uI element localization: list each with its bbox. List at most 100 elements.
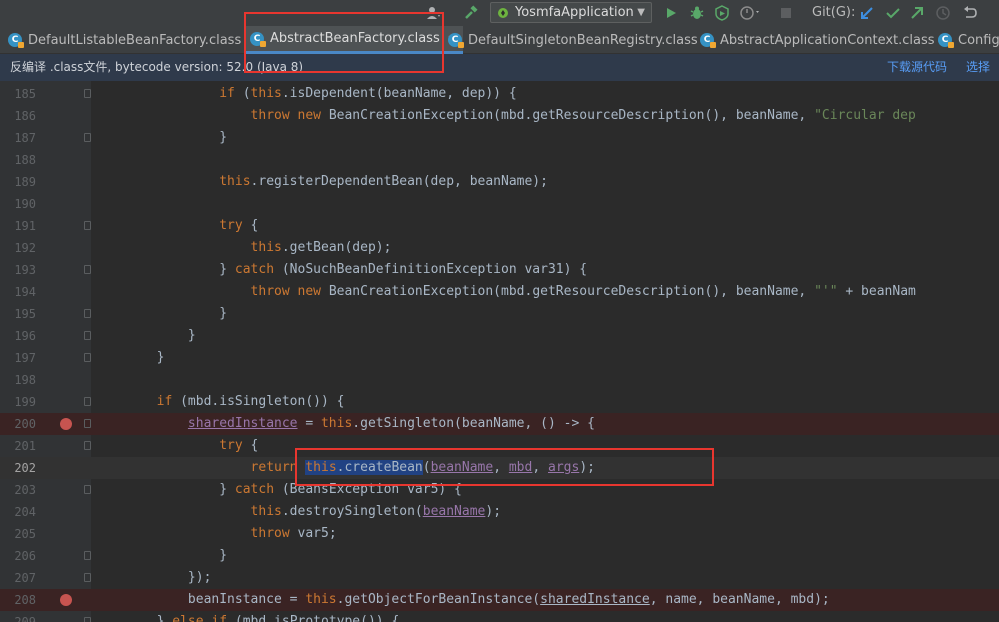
code-line[interactable]: 185 if (this.isDependent(beanName, dep))… (0, 83, 999, 105)
run-configuration-select[interactable]: YosmfaApplication ▼ (490, 2, 652, 23)
code-text[interactable]: } catch (NoSuchBeanDefinitionException v… (94, 259, 587, 281)
code-line[interactable]: 200 sharedInstance = this.getSingleton(b… (0, 413, 999, 435)
fold-marker-icon[interactable] (84, 485, 91, 494)
code-text[interactable]: this.destroySingleton(beanName); (94, 501, 501, 523)
user-icon[interactable] (420, 0, 446, 26)
code-text[interactable]: } (94, 127, 227, 149)
fold-marker-icon[interactable] (84, 419, 91, 428)
tab-abstract-application-context[interactable]: C AbstractApplicationContext.class × (700, 26, 952, 54)
fold-marker-icon[interactable] (84, 551, 91, 560)
debug-icon[interactable] (686, 0, 708, 26)
fold-marker-icon[interactable] (84, 221, 91, 230)
fold-marker-icon[interactable] (84, 353, 91, 362)
fold-marker-icon[interactable] (84, 309, 91, 318)
code-text[interactable]: } (94, 545, 227, 567)
code-text[interactable]: } else if (mbd.isPrototype()) { (94, 611, 400, 622)
line-number[interactable]: 209 (0, 611, 36, 622)
code-line[interactable]: 187 } (0, 127, 999, 149)
code-text[interactable]: } (94, 347, 165, 369)
code-text[interactable]: }); (94, 567, 212, 589)
code-editor[interactable]: 185 if (this.isDependent(beanName, dep))… (0, 81, 999, 622)
fold-marker-icon[interactable] (84, 397, 91, 406)
line-number[interactable]: 208 (0, 589, 36, 611)
code-text[interactable]: return this.createBean(beanName, mbd, ar… (94, 457, 595, 479)
fold-marker-icon[interactable] (84, 441, 91, 450)
line-number[interactable]: 204 (0, 501, 36, 523)
code-line[interactable]: 206 } (0, 545, 999, 567)
line-number[interactable]: 186 (0, 105, 36, 127)
code-line[interactable]: 199 if (mbd.isSingleton()) { (0, 391, 999, 413)
code-line[interactable]: 192 this.getBean(dep); (0, 237, 999, 259)
line-number[interactable]: 199 (0, 391, 36, 413)
code-text[interactable]: if (this.isDependent(beanName, dep)) { (94, 83, 516, 105)
fold-marker-icon[interactable] (84, 573, 91, 582)
line-number[interactable]: 185 (0, 83, 36, 105)
line-number[interactable]: 201 (0, 435, 36, 457)
code-text[interactable]: this.registerDependentBean(dep, beanName… (94, 171, 548, 193)
line-number[interactable]: 187 (0, 127, 36, 149)
code-line[interactable]: 186 throw new BeanCreationException(mbd.… (0, 105, 999, 127)
line-number[interactable]: 203 (0, 479, 36, 501)
stop-icon[interactable] (776, 0, 796, 26)
code-text[interactable]: if (mbd.isSingleton()) { (94, 391, 345, 413)
code-line[interactable]: 194 throw new BeanCreationException(mbd.… (0, 281, 999, 303)
tab-configu[interactable]: C Configu (938, 26, 999, 54)
code-text[interactable]: throw new BeanCreationException(mbd.getR… (94, 105, 916, 127)
breakpoint-icon[interactable] (60, 594, 72, 606)
code-text[interactable]: this.getBean(dep); (94, 237, 392, 259)
line-number[interactable]: 194 (0, 281, 36, 303)
code-text[interactable]: } (94, 325, 196, 347)
code-text[interactable]: throw var5; (94, 523, 337, 545)
code-line[interactable]: 189 this.registerDependentBean(dep, bean… (0, 171, 999, 193)
code-text[interactable]: sharedInstance = this.getSingleton(beanN… (94, 413, 595, 435)
code-line[interactable]: 188 (0, 149, 999, 171)
code-line[interactable]: 190 (0, 193, 999, 215)
fold-marker-icon[interactable] (84, 133, 91, 142)
code-line[interactable]: 201 try { (0, 435, 999, 457)
code-text[interactable]: try { (94, 215, 258, 237)
line-number[interactable]: 190 (0, 193, 36, 215)
code-line[interactable]: 195 } (0, 303, 999, 325)
tab-default-singleton-bean-registry[interactable]: C DefaultSingletonBeanRegistry.class × (448, 26, 715, 54)
git-push-icon[interactable] (906, 0, 928, 26)
line-number[interactable]: 197 (0, 347, 36, 369)
code-line[interactable]: 197 } (0, 347, 999, 369)
coverage-icon[interactable] (711, 0, 733, 26)
code-line[interactable]: 209 } else if (mbd.isPrototype()) { (0, 611, 999, 622)
code-text[interactable]: beanInstance = this.getObjectForBeanInst… (94, 589, 830, 611)
code-line[interactable]: 198 (0, 369, 999, 391)
fold-marker-icon[interactable] (84, 617, 91, 622)
code-line[interactable]: 204 this.destroySingleton(beanName); (0, 501, 999, 523)
fold-marker-icon[interactable] (84, 265, 91, 274)
code-line[interactable]: 205 throw var5; (0, 523, 999, 545)
line-number[interactable]: 200 (0, 413, 36, 435)
line-number[interactable]: 192 (0, 237, 36, 259)
line-number[interactable]: 193 (0, 259, 36, 281)
code-line[interactable]: 207 }); (0, 567, 999, 589)
code-text[interactable]: throw new BeanCreationException(mbd.getR… (94, 281, 916, 303)
line-number[interactable]: 198 (0, 369, 36, 391)
tab-abstract-bean-factory[interactable]: C AbstractBeanFactory.class × (244, 26, 463, 54)
run-icon[interactable] (660, 0, 682, 26)
line-number[interactable]: 206 (0, 545, 36, 567)
history-icon[interactable] (932, 0, 954, 26)
build-icon[interactable] (460, 0, 482, 26)
code-text[interactable]: } catch (BeansException var5) { (94, 479, 462, 501)
code-line[interactable]: 203 } catch (BeansException var5) { (0, 479, 999, 501)
line-number[interactable]: 188 (0, 149, 36, 171)
line-number[interactable]: 189 (0, 171, 36, 193)
breakpoint-icon[interactable] (60, 418, 72, 430)
fold-marker-icon[interactable] (84, 331, 91, 340)
line-number[interactable]: 202 (0, 457, 36, 479)
line-number[interactable]: 191 (0, 215, 36, 237)
code-line[interactable]: 193 } catch (NoSuchBeanDefinitionExcepti… (0, 259, 999, 281)
line-number[interactable]: 196 (0, 325, 36, 347)
profile-icon[interactable] (736, 0, 766, 26)
line-number[interactable]: 195 (0, 303, 36, 325)
line-number[interactable]: 207 (0, 567, 36, 589)
code-text[interactable]: try { (94, 435, 258, 457)
code-text[interactable]: } (94, 303, 227, 325)
download-sources-link[interactable]: 下载源代码 (887, 54, 947, 81)
git-update-icon[interactable] (856, 0, 878, 26)
rollback-icon[interactable] (958, 0, 982, 26)
